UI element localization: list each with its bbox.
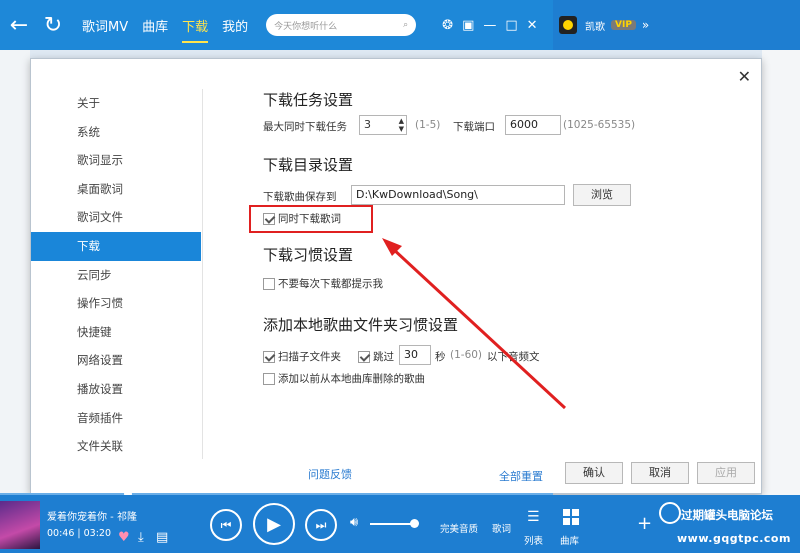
arrow-shaft (390, 246, 567, 410)
annotation-arrow (382, 238, 567, 410)
playlist-icon[interactable]: ☰ (527, 509, 540, 525)
lyrics-label[interactable]: 歌词 (492, 521, 511, 535)
watermark-line2: www.gqgtpc.com (677, 532, 791, 545)
volume-knob[interactable] (410, 519, 419, 528)
play-button[interactable]: ▶ (253, 503, 295, 545)
heart-icon[interactable]: ♥ (118, 530, 130, 545)
watermark: 过期罐头电脑论坛 www.gqgtpc.com (655, 500, 800, 553)
quality-label[interactable]: 完美音质 (440, 521, 478, 535)
library-grid-icon[interactable] (563, 509, 579, 525)
player-bar: 爱着你宠着你 - 祁隆 00:46 | 03:20 ♥ ⤓ ▤ ⏮ ▶ ⏭ 🔊︎… (0, 495, 553, 553)
next-button[interactable]: ⏭ (305, 509, 337, 541)
watermark-logo-icon (659, 502, 681, 524)
prev-button[interactable]: ⏮ (210, 509, 242, 541)
song-title[interactable]: 爱着你宠着你 - 祁隆 (47, 508, 137, 523)
song-time: 00:46 | 03:20 (47, 528, 111, 539)
library-label[interactable]: 曲库 (560, 533, 579, 547)
watermark-line1: 过期罐头电脑论坛 (681, 508, 773, 522)
playlist-label[interactable]: 列表 (524, 533, 543, 547)
volume-icon[interactable]: 🔊︎ (350, 515, 358, 530)
album-cover[interactable] (0, 501, 40, 549)
plus-icon[interactable]: + (637, 513, 652, 534)
download-icon[interactable]: ⤓ (138, 530, 144, 545)
mv-icon[interactable]: ▤ (156, 530, 168, 545)
